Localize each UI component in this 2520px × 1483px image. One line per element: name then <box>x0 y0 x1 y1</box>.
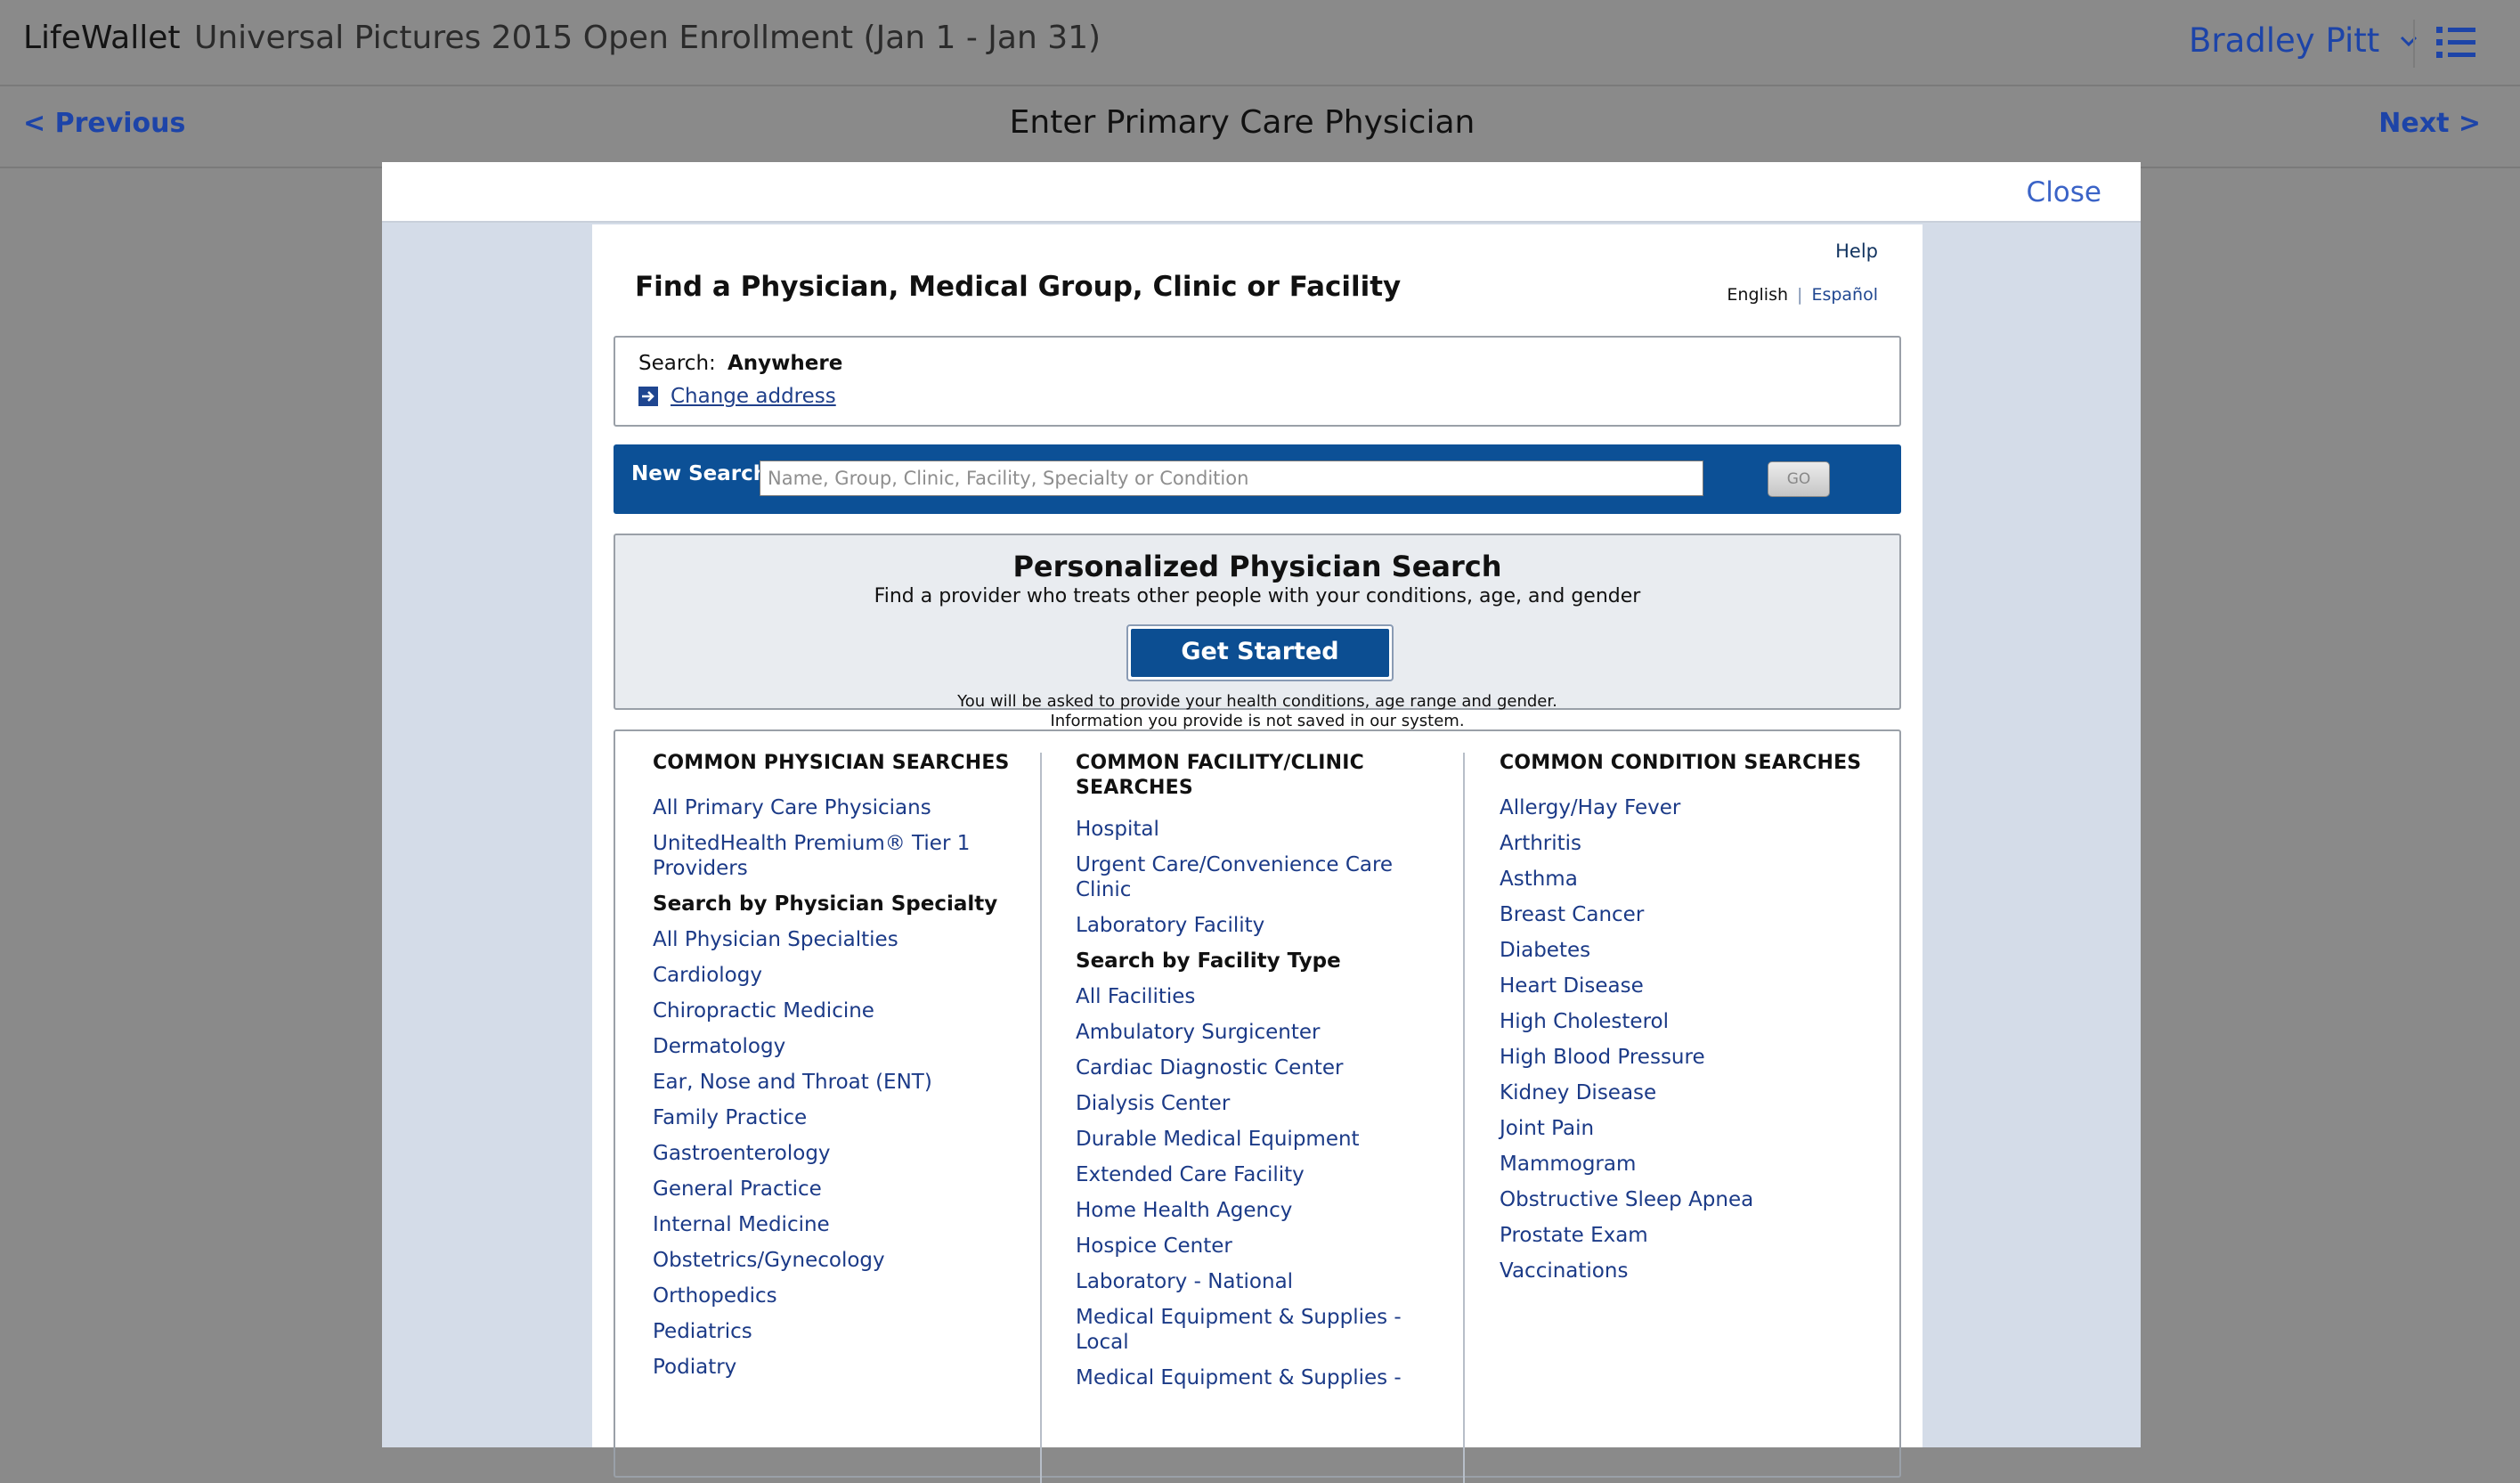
condition-search-link[interactable]: Arthritis <box>1500 831 1874 856</box>
search-location-value: Anywhere <box>728 352 843 375</box>
column-divider <box>1463 753 1465 1483</box>
physician-search-link[interactable]: Internal Medicine <box>653 1212 1036 1237</box>
next-link[interactable]: Next > <box>2378 108 2481 139</box>
language-separator: | <box>1797 285 1803 305</box>
common-searches-panel: COMMON PHYSICIAN SEARCHES All Primary Ca… <box>614 729 1901 1483</box>
facility-search-link[interactable]: Hospital <box>1076 817 1432 842</box>
facility-search-link[interactable]: Extended Care Facility <box>1076 1162 1432 1187</box>
physician-search-link[interactable]: Family Practice <box>653 1105 1036 1130</box>
list-menu-icon[interactable] <box>2436 25 2475 61</box>
page-title: Enter Primary Care Physician <box>1009 104 1475 141</box>
physician-search-link[interactable]: All Physician Specialties <box>653 927 1036 952</box>
physician-search-link[interactable]: Chiropractic Medicine <box>653 998 1036 1023</box>
personalized-search-title: Personalized Physician Search <box>1012 550 1502 583</box>
physician-search-link[interactable]: Ear, Nose and Throat (ENT) <box>653 1070 1036 1095</box>
language-english[interactable]: English <box>1727 285 1788 305</box>
help-link[interactable]: Help <box>1835 240 1878 262</box>
facility-type-subheading: Search by Facility Type <box>1076 949 1341 973</box>
physician-finder-modal: Close Help Find a Physician, Medical Gro… <box>382 162 2141 1483</box>
facility-search-link[interactable]: Durable Medical Equipment <box>1076 1127 1432 1152</box>
facility-search-link[interactable]: Medical Equipment & Supplies - Local <box>1076 1305 1432 1355</box>
search-location-label: Search: <box>638 352 716 375</box>
facility-searches-heading: COMMON FACILITY/CLINIC SEARCHES <box>1076 752 1364 799</box>
physician-search-link[interactable]: Obstetrics/Gynecology <box>653 1248 1036 1273</box>
header-divider <box>2413 20 2415 68</box>
physician-searches-column: COMMON PHYSICIAN SEARCHES All Primary Ca… <box>653 751 1036 1390</box>
condition-search-link[interactable]: Diabetes <box>1500 938 1874 963</box>
finder-title: Find a Physician, Medical Group, Clinic … <box>635 271 1402 303</box>
physician-search-link[interactable]: Orthopedics <box>653 1283 1036 1308</box>
physician-search-link[interactable]: Gastroenterology <box>653 1141 1036 1166</box>
modal-header: Close <box>382 162 2141 223</box>
column-divider <box>1040 753 1042 1483</box>
get-started-label: Get Started <box>1131 629 1389 677</box>
facility-search-link[interactable]: All Facilities <box>1076 984 1432 1009</box>
arrow-right-icon <box>638 387 658 406</box>
condition-search-link[interactable]: Asthma <box>1500 867 1874 892</box>
facility-search-link[interactable]: Laboratory Facility <box>1076 913 1432 938</box>
language-spanish[interactable]: Español <box>1811 285 1878 305</box>
physician-search-link[interactable]: Dermatology <box>653 1034 1036 1059</box>
physician-search-link[interactable]: All Primary Care Physicians <box>653 795 1036 820</box>
facility-search-link[interactable]: Urgent Care/Convenience Care Clinic <box>1076 852 1432 902</box>
condition-searches-column: COMMON CONDITION SEARCHES Allergy/Hay Fe… <box>1500 751 1874 1294</box>
condition-search-link[interactable]: High Cholesterol <box>1500 1009 1874 1034</box>
new-search-label: New Search <box>631 462 768 485</box>
physician-specialty-subheading: Search by Physician Specialty <box>653 892 998 916</box>
condition-search-link[interactable]: Allergy/Hay Fever <box>1500 795 1874 820</box>
facility-search-link[interactable]: Dialysis Center <box>1076 1091 1432 1116</box>
condition-search-link[interactable]: Prostate Exam <box>1500 1223 1874 1248</box>
condition-search-link[interactable]: High Blood Pressure <box>1500 1045 1874 1070</box>
chevron-down-icon <box>2401 36 2418 46</box>
personalized-search-panel: Personalized Physician Search Find a pro… <box>614 534 1901 730</box>
facility-search-link[interactable]: Home Health Agency <box>1076 1198 1432 1223</box>
physician-search-link[interactable]: Cardiology <box>653 963 1036 988</box>
condition-search-link[interactable]: Joint Pain <box>1500 1116 1874 1141</box>
step-navigation-bar: < Previous Enter Primary Care Physician … <box>0 86 2520 168</box>
facility-search-link[interactable]: Ambulatory Surgicenter <box>1076 1020 1432 1045</box>
search-location-box: Search: Anywhere Change address <box>614 336 1901 427</box>
go-button[interactable]: GO <box>1768 461 1830 497</box>
personalized-note-line2: Information you provide is not saved in … <box>1050 712 1465 730</box>
condition-searches-heading: COMMON CONDITION SEARCHES <box>1500 752 1862 774</box>
close-button[interactable]: Close <box>2027 176 2101 208</box>
condition-search-link[interactable]: Breast Cancer <box>1500 902 1874 927</box>
app-name[interactable]: LifeWallet <box>23 20 181 56</box>
search-input[interactable] <box>760 460 1703 496</box>
personalized-search-subtitle: Find a provider who treats other people … <box>874 585 1641 607</box>
finder-content: Help Find a Physician, Medical Group, Cl… <box>592 224 1923 1483</box>
facility-search-link[interactable]: Cardiac Diagnostic Center <box>1076 1055 1432 1080</box>
new-search-bar: New Search GO <box>614 444 1901 514</box>
physician-search-link[interactable]: UnitedHealth Premium® Tier 1 Providers <box>653 831 1036 881</box>
physician-search-link[interactable]: Podiatry <box>653 1355 1036 1380</box>
language-switcher: English | Español <box>1727 285 1878 305</box>
user-name: Bradley Pitt <box>2189 21 2380 60</box>
top-app-bar: LifeWallet Universal Pictures 2015 Open … <box>0 0 2520 86</box>
condition-search-link[interactable]: Vaccinations <box>1500 1259 1874 1283</box>
condition-search-link[interactable]: Kidney Disease <box>1500 1080 1874 1105</box>
facility-search-link[interactable]: Laboratory - National <box>1076 1269 1432 1294</box>
condition-search-link[interactable]: Heart Disease <box>1500 974 1874 998</box>
physician-searches-heading: COMMON PHYSICIAN SEARCHES <box>653 752 1010 774</box>
facility-searches-column: COMMON FACILITY/CLINIC SEARCHES Hospital… <box>1076 751 1432 1401</box>
physician-search-link[interactable]: General Practice <box>653 1177 1036 1202</box>
facility-search-link[interactable]: Hospice Center <box>1076 1234 1432 1259</box>
personalized-note-line1: You will be asked to provide your health… <box>957 692 1557 711</box>
condition-search-link[interactable]: Mammogram <box>1500 1152 1874 1177</box>
change-address-link[interactable]: Change address <box>671 385 836 408</box>
user-menu[interactable]: Bradley Pitt <box>2189 21 2422 60</box>
enrollment-title: Universal Pictures 2015 Open Enrollment … <box>194 20 1101 56</box>
facility-search-link[interactable]: Medical Equipment & Supplies - <box>1076 1365 1432 1390</box>
physician-search-link[interactable]: Pediatrics <box>653 1319 1036 1344</box>
get-started-button[interactable]: Get Started <box>1126 624 1394 681</box>
condition-search-link[interactable]: Obstructive Sleep Apnea <box>1500 1187 1874 1212</box>
